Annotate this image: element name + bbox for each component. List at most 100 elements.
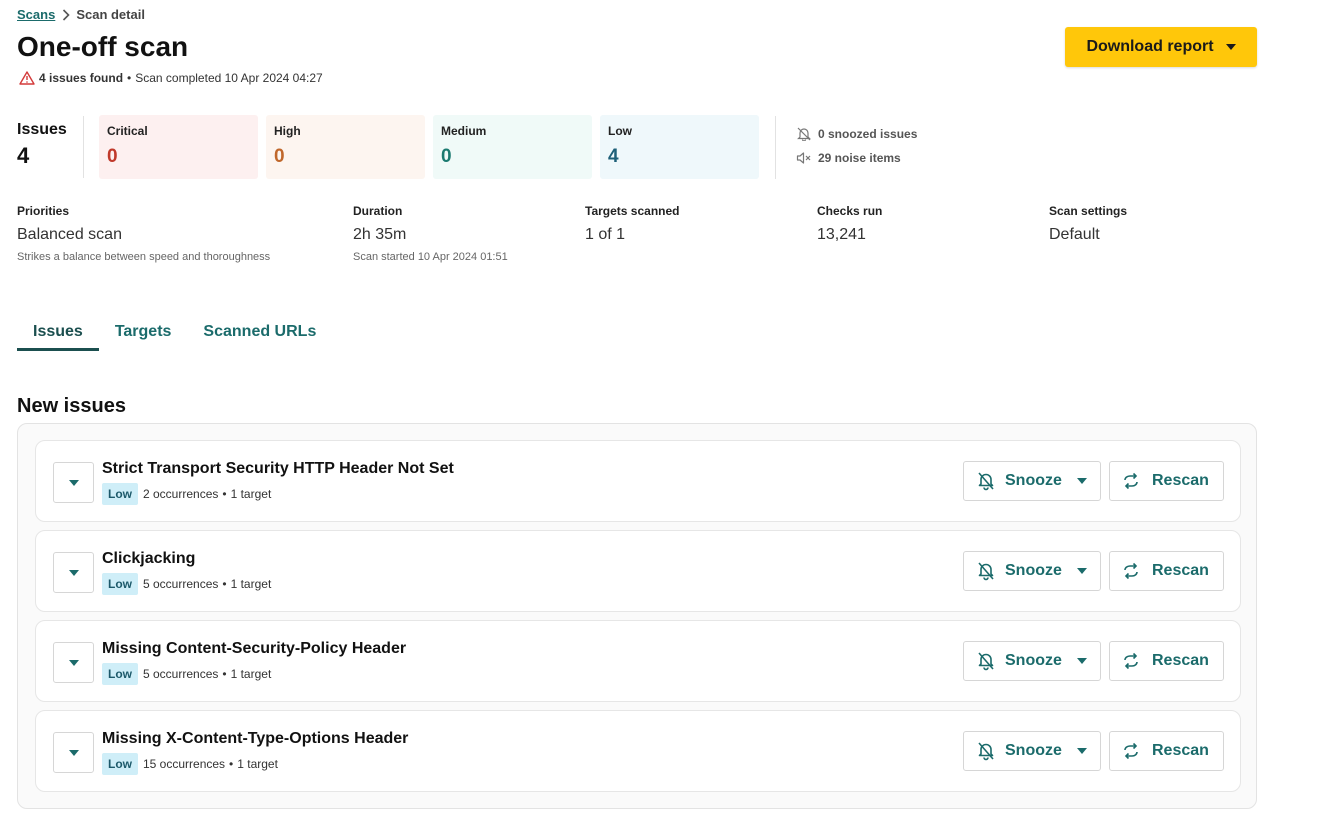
snooze-button[interactable]: Snooze — [963, 461, 1101, 501]
meta-value: 1 of 1 — [585, 226, 626, 243]
expand-button[interactable] — [53, 462, 94, 503]
meta-scan-settings: Scan settings Default — [1049, 204, 1127, 244]
severity-count: 0 — [441, 146, 452, 167]
snooze-button[interactable]: Snooze — [963, 731, 1101, 771]
bell-off-icon — [976, 561, 996, 581]
issue-title[interactable]: Missing X-Content-Type-Options Header — [102, 730, 408, 748]
divider — [83, 116, 84, 178]
caret-down-icon — [68, 479, 79, 486]
issue-row: Clickjacking Low 5 occurrences • 1 targe… — [35, 530, 1241, 612]
bell-off-icon — [796, 127, 812, 141]
refresh-icon — [1121, 651, 1141, 671]
issues-total-label: Issues — [17, 121, 67, 138]
issue-title[interactable]: Missing Content-Security-Policy Header — [102, 640, 406, 658]
caret-down-icon — [1076, 478, 1087, 484]
expand-button[interactable] — [53, 642, 94, 683]
rescan-button[interactable]: Rescan — [1109, 641, 1224, 681]
refresh-icon — [1121, 561, 1141, 581]
severity-label: Low — [608, 124, 632, 138]
breadcrumb-current: Scan detail — [76, 7, 145, 22]
meta-value: Default — [1049, 226, 1100, 243]
rescan-button[interactable]: Rescan — [1109, 731, 1224, 771]
severity-count: 0 — [274, 146, 285, 167]
meta-separator: • — [222, 667, 227, 681]
issue-row: Missing Content-Security-Policy Header L… — [35, 620, 1241, 702]
meta-sub: Strikes a balance between speed and thor… — [17, 251, 271, 263]
meta-value: 2h 35m — [353, 226, 407, 243]
issue-row: Strict Transport Security HTTP Header No… — [35, 440, 1241, 522]
severity-label: High — [274, 124, 301, 138]
meta-value: Balanced scan — [17, 226, 122, 243]
caret-down-icon — [1225, 44, 1236, 50]
meta-separator: • — [222, 577, 227, 591]
meta-checks-run: Checks run 13,241 — [817, 204, 882, 244]
rescan-button[interactable]: Rescan — [1109, 551, 1224, 591]
page-title: One-off scan — [17, 31, 189, 62]
summary-separator: • — [127, 71, 132, 85]
severity-card-low[interactable]: Low 4 — [600, 115, 759, 179]
severity-card-high[interactable]: High 0 — [266, 115, 425, 179]
tab-targets[interactable]: Targets — [99, 318, 188, 351]
bell-off-icon — [976, 741, 996, 761]
snooze-button[interactable]: Snooze — [963, 551, 1101, 591]
issue-meta: Low 5 occurrences • 1 target — [102, 663, 271, 685]
breadcrumb-scans-link[interactable]: Scans — [17, 7, 55, 22]
meta-duration: Duration 2h 35m Scan started 10 Apr 2024… — [353, 204, 508, 263]
occurrences-text: 5 occurrences — [143, 667, 219, 681]
expand-button[interactable] — [53, 552, 94, 593]
issue-meta: Low 15 occurrences • 1 target — [102, 753, 278, 775]
targets-text: 1 target — [237, 757, 278, 771]
occurrences-text: 2 occurrences — [143, 487, 219, 501]
meta-separator: • — [222, 487, 227, 501]
issue-title[interactable]: Strict Transport Security HTTP Header No… — [102, 460, 454, 478]
meta-value: 13,241 — [817, 226, 866, 243]
severity-badge: Low — [102, 663, 138, 685]
tab-bar: Issues Targets Scanned URLs — [17, 318, 332, 351]
severity-badge: Low — [102, 753, 138, 775]
snooze-label: Snooze — [1005, 562, 1062, 579]
caret-down-icon — [1076, 568, 1087, 574]
divider — [775, 116, 776, 179]
rescan-label: Rescan — [1152, 562, 1209, 579]
issue-title[interactable]: Clickjacking — [102, 550, 195, 568]
targets-text: 1 target — [230, 487, 272, 501]
occurrences-text: 15 occurrences — [143, 757, 226, 771]
caret-down-icon — [68, 569, 79, 576]
scan-summary: 4 issues found • Scan completed 10 Apr 2… — [19, 71, 323, 85]
caret-down-icon — [1076, 658, 1087, 664]
severity-badge: Low — [102, 573, 138, 595]
tab-issues[interactable]: Issues — [17, 318, 99, 351]
refresh-icon — [1121, 741, 1141, 761]
meta-sub: Scan started 10 Apr 2024 01:51 — [353, 251, 508, 263]
download-report-button[interactable]: Download report — [1065, 27, 1257, 67]
severity-label: Critical — [107, 124, 148, 138]
meta-label: Priorities — [17, 204, 70, 218]
noise-items-link[interactable]: 29 noise items — [796, 151, 901, 165]
snooze-button[interactable]: Snooze — [963, 641, 1101, 681]
expand-button[interactable] — [53, 732, 94, 773]
issues-total-value: 4 — [17, 143, 30, 168]
meta-label: Duration — [353, 204, 403, 218]
caret-down-icon — [1076, 748, 1087, 754]
severity-card-critical[interactable]: Critical 0 — [99, 115, 258, 179]
tab-scanned-urls[interactable]: Scanned URLs — [187, 318, 332, 351]
download-report-label: Download report — [1086, 38, 1214, 55]
meta-label: Targets scanned — [585, 204, 680, 218]
meta-separator: • — [229, 757, 234, 771]
speaker-mute-icon — [796, 151, 812, 165]
rescan-button[interactable]: Rescan — [1109, 461, 1224, 501]
severity-label: Medium — [441, 124, 487, 138]
rescan-label: Rescan — [1152, 472, 1209, 489]
snoozed-issues-text: 0 snoozed issues — [818, 127, 918, 141]
issue-meta: Low 5 occurrences • 1 target — [102, 573, 271, 595]
issues-found-text: 4 issues found — [39, 71, 124, 85]
meta-label: Scan settings — [1049, 204, 1128, 218]
issues-total: Issues 4 — [17, 121, 67, 169]
targets-text: 1 target — [230, 577, 272, 591]
caret-down-icon — [68, 659, 79, 666]
severity-count: 4 — [608, 146, 619, 167]
severity-card-medium[interactable]: Medium 0 — [433, 115, 592, 179]
bell-off-icon — [976, 471, 996, 491]
warning-icon — [19, 71, 35, 85]
snoozed-issues-link[interactable]: 0 snoozed issues — [796, 127, 917, 141]
